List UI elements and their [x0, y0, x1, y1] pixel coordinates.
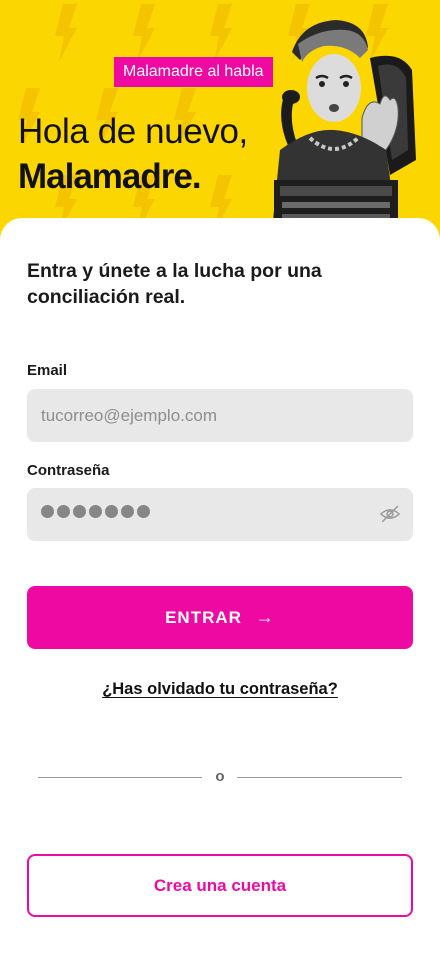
lightning-bolt-icon — [133, 4, 155, 62]
login-submit-button[interactable]: ENTRAR → — [27, 586, 413, 649]
lightning-bolt-icon — [55, 4, 77, 62]
forgot-password-link[interactable]: ¿Has olvidado tu contraseña? — [0, 680, 440, 699]
create-account-button[interactable]: Crea una cuenta — [27, 854, 413, 917]
password-field[interactable] — [27, 488, 413, 541]
divider-line-left — [38, 777, 202, 778]
hero-tag: Malamadre al habla — [114, 57, 273, 87]
password-label: Contraseña — [27, 462, 110, 479]
login-intro-text: Entra y únete a la lucha por una concili… — [27, 260, 322, 308]
divider-text: o — [215, 768, 225, 785]
email-label: Email — [27, 362, 68, 379]
login-submit-label: ENTRAR — [165, 607, 242, 627]
hero-greeting: Hola de nuevo, — [18, 112, 248, 151]
divider-line-right — [237, 777, 402, 778]
arrow-right-icon: → — [255, 607, 275, 627]
hero-user-name: Malamadre. — [18, 157, 202, 196]
lightning-bolt-icon — [210, 4, 232, 62]
email-field[interactable] — [27, 389, 413, 442]
eye-off-icon[interactable] — [379, 503, 401, 525]
hero-banner: Malamadre al habla Hola de nuevo, Malama… — [0, 0, 440, 250]
password-mask — [41, 505, 150, 518]
vintage-woman-photo — [270, 20, 416, 250]
